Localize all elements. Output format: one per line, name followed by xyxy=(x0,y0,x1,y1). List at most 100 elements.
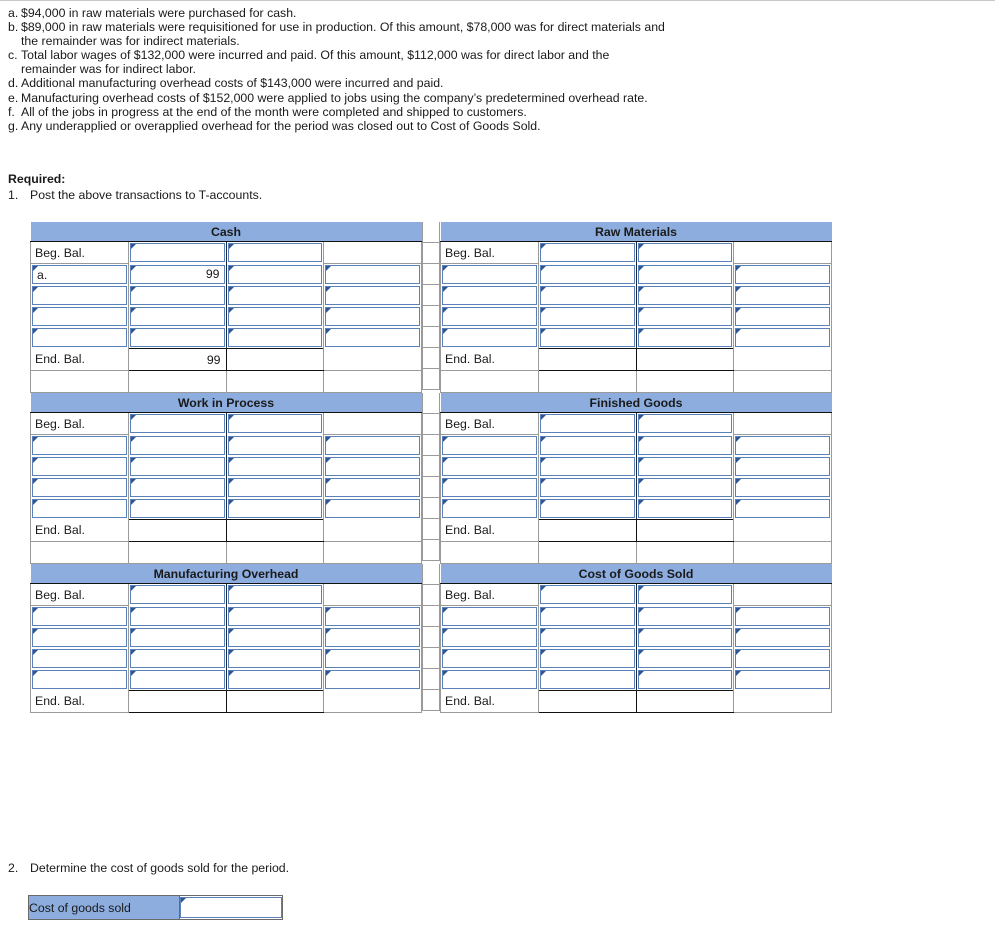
extra-input-cell[interactable] xyxy=(733,498,832,520)
extra-input[interactable] xyxy=(325,607,420,626)
extra-input[interactable] xyxy=(735,649,830,668)
extra-input[interactable] xyxy=(325,628,420,647)
credit-input-cell[interactable] xyxy=(635,477,735,498)
entry-label-input[interactable] xyxy=(32,328,127,348)
credit-input[interactable] xyxy=(227,264,323,284)
debit-input[interactable] xyxy=(539,606,635,626)
extra-input[interactable] xyxy=(735,307,830,326)
credit-input[interactable] xyxy=(227,670,323,689)
credit-input[interactable] xyxy=(227,649,323,668)
credit-input-cell[interactable] xyxy=(225,241,325,264)
entry-label-input[interactable] xyxy=(32,607,127,626)
credit-input-cell[interactable] xyxy=(225,285,325,306)
extra-input-cell[interactable] xyxy=(323,434,422,456)
credit-input[interactable] xyxy=(227,585,323,605)
debit-input-cell[interactable] xyxy=(537,498,637,520)
entry-label-input-cell[interactable] xyxy=(440,456,539,477)
extra-input-cell[interactable] xyxy=(733,627,832,648)
extra-input[interactable] xyxy=(325,307,420,326)
credit-input[interactable] xyxy=(637,606,733,626)
extra-input[interactable] xyxy=(325,286,420,305)
extra-input-cell[interactable] xyxy=(733,327,832,349)
extra-input-cell[interactable] xyxy=(323,669,422,691)
debit-input[interactable] xyxy=(539,264,635,284)
debit-input[interactable] xyxy=(129,499,225,518)
debit-input-cell[interactable] xyxy=(537,583,637,606)
debit-input[interactable] xyxy=(129,457,225,476)
extra-input-cell[interactable] xyxy=(733,306,832,327)
credit-input-cell[interactable] xyxy=(635,327,735,349)
entry-label-input[interactable]: a. xyxy=(32,265,127,284)
cost-of-goods-sold-input[interactable] xyxy=(180,897,282,918)
extra-input[interactable] xyxy=(325,265,420,284)
debit-input-cell[interactable] xyxy=(537,477,637,498)
credit-input[interactable] xyxy=(637,307,733,326)
entry-label-input[interactable] xyxy=(442,649,537,668)
entry-label-input[interactable] xyxy=(442,265,537,284)
extra-input-cell[interactable] xyxy=(323,285,422,306)
extra-input[interactable] xyxy=(735,628,830,647)
credit-input[interactable] xyxy=(227,414,323,434)
credit-input[interactable] xyxy=(637,585,733,605)
credit-input[interactable] xyxy=(637,649,733,668)
credit-input-cell[interactable] xyxy=(635,412,735,435)
extra-input[interactable] xyxy=(735,499,830,519)
entry-label-input-cell[interactable] xyxy=(440,263,539,285)
extra-input[interactable] xyxy=(325,328,420,348)
credit-input[interactable] xyxy=(637,243,733,263)
debit-input[interactable] xyxy=(129,328,225,347)
credit-input-cell[interactable] xyxy=(635,434,735,456)
debit-input[interactable] xyxy=(539,478,635,497)
debit-input[interactable] xyxy=(539,649,635,668)
debit-input[interactable] xyxy=(129,243,225,263)
credit-input-cell[interactable] xyxy=(635,648,735,669)
debit-input-cell[interactable] xyxy=(127,412,227,435)
extra-input-cell[interactable] xyxy=(323,263,422,285)
debit-input[interactable] xyxy=(129,307,225,326)
entry-label-input-cell[interactable] xyxy=(30,669,129,691)
debit-input-cell[interactable] xyxy=(127,306,227,327)
entry-label-input[interactable] xyxy=(442,328,537,348)
extra-input[interactable] xyxy=(325,670,420,690)
debit-input-cell[interactable] xyxy=(127,477,227,498)
debit-input[interactable] xyxy=(539,628,635,647)
credit-input-cell[interactable] xyxy=(635,241,735,264)
credit-input-cell[interactable] xyxy=(225,434,325,456)
extra-input[interactable] xyxy=(735,328,830,348)
credit-input-cell[interactable] xyxy=(635,263,735,285)
debit-input-cell[interactable] xyxy=(537,285,637,306)
entry-label-input-cell[interactable] xyxy=(30,605,129,627)
debit-input[interactable] xyxy=(539,328,635,347)
entry-label-input-cell[interactable] xyxy=(30,327,129,349)
extra-input[interactable] xyxy=(325,649,420,668)
entry-label-input[interactable] xyxy=(442,670,537,690)
debit-input[interactable] xyxy=(539,307,635,326)
credit-input[interactable] xyxy=(637,478,733,497)
debit-input-cell[interactable] xyxy=(537,327,637,349)
debit-input[interactable] xyxy=(539,286,635,305)
debit-input[interactable] xyxy=(129,414,225,434)
debit-input[interactable] xyxy=(129,435,225,455)
credit-input[interactable] xyxy=(227,606,323,626)
credit-input-cell[interactable] xyxy=(225,477,325,498)
credit-input[interactable] xyxy=(637,435,733,455)
debit-input-cell[interactable] xyxy=(127,648,227,669)
debit-input[interactable] xyxy=(129,670,225,689)
debit-input-cell[interactable]: 99 xyxy=(127,263,227,285)
debit-input-cell[interactable] xyxy=(537,456,637,477)
debit-input-cell[interactable] xyxy=(537,605,637,627)
debit-input-cell[interactable] xyxy=(537,263,637,285)
credit-input[interactable] xyxy=(637,286,733,305)
entry-label-input-cell[interactable] xyxy=(30,627,129,648)
entry-label-input-cell[interactable] xyxy=(30,648,129,669)
extra-input-cell[interactable] xyxy=(733,285,832,306)
entry-label-input-cell[interactable] xyxy=(440,605,539,627)
credit-input[interactable] xyxy=(227,499,323,518)
debit-input-cell[interactable] xyxy=(127,241,227,264)
extra-input[interactable] xyxy=(735,436,830,455)
entry-label-input[interactable] xyxy=(442,607,537,626)
debit-input[interactable] xyxy=(539,585,635,605)
extra-input-cell[interactable] xyxy=(733,648,832,669)
extra-input[interactable] xyxy=(735,670,830,690)
entry-label-input[interactable] xyxy=(32,499,127,519)
